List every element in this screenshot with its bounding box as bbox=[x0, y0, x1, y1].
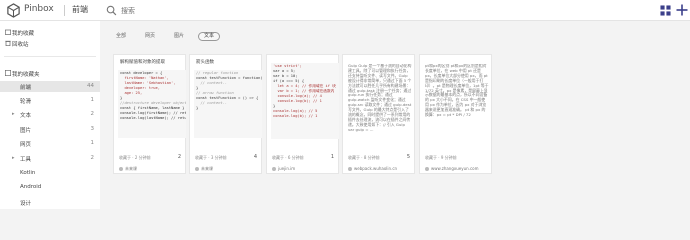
chevron-right-icon[interactable]: ▸ bbox=[12, 155, 15, 161]
card-meta: 收藏于 · 8 分钟前 bbox=[348, 155, 380, 160]
sidebar-item-label: 工具 bbox=[20, 157, 32, 163]
snippet-card[interactable]: pt和px的区别 pt和px的区别是相对长度单位，在 web 中用 pt 还是 … bbox=[419, 54, 492, 174]
code-snippet: 'use strict'; var a = 5; var b = 10; if (a … bbox=[271, 63, 339, 139]
card-text: pt和px的区别 pt和px的区别是相对长度单位，在 web 中用 pt 还是 … bbox=[425, 64, 489, 118]
collection-icon bbox=[5, 70, 11, 76]
header-divider bbox=[64, 5, 65, 16]
pinbox-logo-icon[interactable] bbox=[6, 3, 21, 18]
trash-icon bbox=[5, 40, 11, 46]
current-category[interactable]: 前端 bbox=[72, 4, 88, 15]
app-name[interactable]: Pinbox bbox=[24, 4, 54, 14]
sidebar-item-trash[interactable]: 回收站 bbox=[0, 38, 100, 49]
add-icon[interactable] bbox=[676, 4, 688, 16]
code-line: } bbox=[196, 106, 199, 110]
source-icon bbox=[272, 167, 276, 171]
sidebar-item-label: 前端 bbox=[20, 85, 32, 91]
sidebar-item-frontend[interactable]: 前端 44 bbox=[0, 81, 100, 92]
snippet-card[interactable]: 'use strict'; var a = 5; var b = 10; if (a … bbox=[266, 54, 339, 174]
sidebar-item-count: 2 bbox=[90, 111, 95, 117]
code-snippet: const developer = { firstName: 'Nathan',… bbox=[118, 70, 186, 138]
sidebar-item-label: Android bbox=[20, 184, 42, 190]
sidebar-item-label: 网页 bbox=[20, 142, 32, 148]
source-icon bbox=[348, 167, 352, 171]
card-source-label: www.zhangxueyun.com bbox=[431, 166, 479, 171]
sidebar-item-count: 3 bbox=[90, 126, 95, 132]
snippet-card[interactable]: 箭头函数 // regular function const testFuncti… bbox=[189, 54, 262, 174]
card-source[interactable]: juejin.im bbox=[272, 166, 295, 171]
sidebar-item-label: 轮滑 bbox=[20, 99, 32, 105]
search-input[interactable] bbox=[121, 4, 321, 17]
sidebar-item-label: 文本 bbox=[20, 113, 32, 119]
card-title: 箭头函数 bbox=[196, 60, 214, 65]
card-count: 4 bbox=[253, 154, 257, 160]
sidebar-item-label: 我的收藏 bbox=[12, 31, 35, 37]
sidebar-item-count: 44 bbox=[87, 83, 94, 89]
sidebar-item-count: 1 bbox=[90, 97, 95, 103]
filter-all[interactable]: 全部 bbox=[112, 32, 130, 41]
sidebar-item-count: 1 bbox=[90, 140, 95, 146]
sidebar-item-images[interactable]: 图片 3 bbox=[0, 124, 100, 135]
sidebar-divider bbox=[4, 56, 96, 57]
chevron-right-icon[interactable]: ▸ bbox=[12, 111, 15, 117]
sidebar-item-tools[interactable]: ▸ 工具 2 bbox=[0, 153, 100, 164]
sidebar-item-count: 2 bbox=[90, 155, 95, 161]
card-count: 1 bbox=[330, 154, 334, 160]
sidebar-item-label: 图片 bbox=[20, 128, 32, 134]
sidebar-item-design[interactable]: 设计 bbox=[0, 197, 100, 208]
source-icon bbox=[195, 167, 199, 171]
filter-images[interactable]: 图片 bbox=[170, 32, 188, 41]
card-title: 解构赋值和对象的提取 bbox=[120, 60, 165, 65]
card-meta: 收藏于 · 6 分钟前 bbox=[272, 155, 304, 160]
sidebar-item-label: Kotlin bbox=[20, 170, 36, 176]
sidebar-section-label: 我的收藏夹 bbox=[12, 72, 40, 78]
sidebar-item-text[interactable]: ▸ 文本 2 bbox=[0, 109, 100, 120]
filter-text[interactable]: 文本 bbox=[198, 32, 220, 41]
source-icon bbox=[425, 167, 429, 171]
sidebar-section-collections[interactable]: 我的收藏夹 bbox=[0, 68, 100, 79]
snippet-card[interactable]: Gulp Gulp 是一个基于流的自动化构建工具。除了可以管理和执行任务，还支持… bbox=[342, 54, 415, 174]
code-snippet: // regular function const testFunction = … bbox=[194, 70, 262, 138]
code-line: console.log(b); // 1 bbox=[273, 114, 318, 118]
card-meta: 收藏于 · 9 分钟前 bbox=[425, 155, 457, 160]
filter-webpages[interactable]: 网页 bbox=[141, 32, 159, 41]
search-icon bbox=[106, 5, 117, 16]
grid-view-icon[interactable] bbox=[660, 5, 671, 16]
sidebar-item-skating[interactable]: 轮滑 1 bbox=[0, 95, 100, 106]
sidebar-item-kotlin[interactable]: Kotlin bbox=[0, 168, 100, 179]
sidebar: 我的收藏 回收站 我的收藏夹 前端 44 轮滑 1 ▸ 文本 2 图片 3 网页… bbox=[0, 21, 100, 209]
card-source[interactable]: 未来课 bbox=[195, 166, 213, 172]
sidebar-item-webpages[interactable]: 网页 1 bbox=[0, 138, 100, 149]
card-count: 5 bbox=[406, 154, 410, 160]
card-source-label: 未来课 bbox=[201, 166, 213, 171]
code-line: console.log(lastName); // retu bbox=[120, 116, 186, 120]
snippet-card[interactable]: 解构赋值和对象的提取 const developer = { firstName… bbox=[113, 54, 186, 174]
source-icon bbox=[119, 167, 123, 171]
sidebar-item-label: 设计 bbox=[20, 201, 32, 207]
card-source[interactable]: webpack.wuhaolin.cn bbox=[348, 166, 397, 171]
sidebar-item-my-favorites[interactable]: 我的收藏 bbox=[0, 27, 100, 38]
card-meta: 收藏于 · 2 分钟前 bbox=[119, 155, 151, 160]
card-source[interactable]: 未来课 bbox=[119, 166, 137, 172]
card-source[interactable]: www.zhangxueyun.com bbox=[425, 166, 479, 171]
sidebar-item-android[interactable]: Android bbox=[0, 182, 100, 193]
card-text: Gulp Gulp 是一个基于流的自动化构建工具。除了可以管理和执行任务，还支持… bbox=[348, 64, 412, 132]
card-source-label: webpack.wuhaolin.cn bbox=[354, 166, 398, 171]
sidebar-item-label: 回收站 bbox=[12, 42, 29, 48]
top-bar: Pinbox 前端 bbox=[0, 0, 690, 21]
folder-icon bbox=[5, 29, 11, 35]
card-source-label: 未来课 bbox=[125, 166, 137, 171]
card-source-label: juejin.im bbox=[278, 166, 296, 171]
card-count: 2 bbox=[177, 154, 181, 160]
card-meta: 收藏于 · 3 分钟前 bbox=[195, 155, 227, 160]
